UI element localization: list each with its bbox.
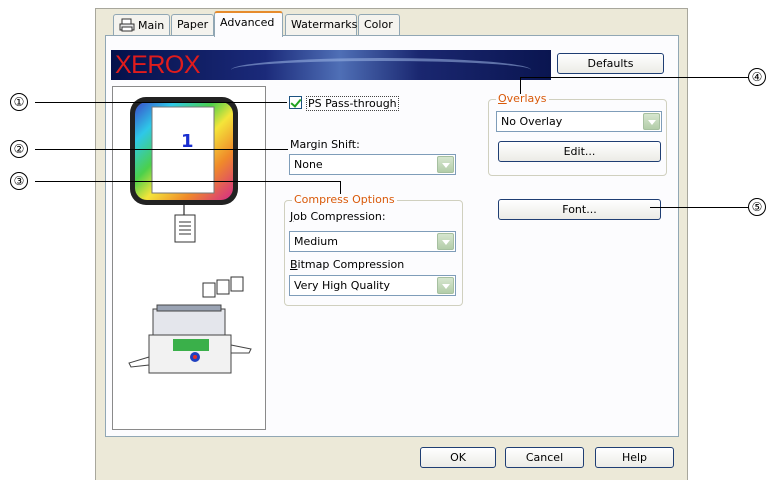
callout-3: ③ (10, 172, 28, 190)
tab-paper[interactable]: Paper (171, 14, 214, 35)
printer-icon (119, 18, 135, 32)
ps-passthrough-checkbox[interactable] (289, 96, 302, 109)
font-button[interactable]: Font... (498, 199, 661, 220)
callout-line-2 (35, 149, 288, 150)
xerox-logo: XEROX (115, 51, 201, 79)
callout-1: ① (10, 93, 28, 111)
chevron-down-icon (437, 156, 454, 173)
edit-overlay-button[interactable]: Edit... (498, 141, 661, 162)
document-icon (174, 214, 196, 243)
callout-line-4-drop (520, 77, 521, 94)
callout-line-1 (35, 102, 287, 103)
ps-passthrough-label: PS Pass-through (306, 96, 399, 111)
callout-line-5 (650, 207, 748, 208)
job-compression-label: Job Compression: (290, 210, 386, 223)
help-button[interactable]: Help (595, 447, 674, 468)
callout-5: ⑤ (748, 198, 766, 216)
tab-watermarks[interactable]: Watermarks (285, 14, 357, 35)
compress-options-title: Compress Options (292, 193, 397, 206)
output-pages-icon (202, 276, 244, 298)
job-compression-dropdown[interactable]: Medium (289, 231, 456, 252)
callout-line-3 (35, 181, 341, 182)
cancel-button[interactable]: Cancel (505, 447, 584, 468)
margin-shift-dropdown[interactable]: None (289, 154, 456, 175)
callout-line-3-drop (340, 181, 341, 194)
callout-line-4 (520, 77, 748, 78)
chevron-down-icon (643, 113, 660, 130)
tab-advanced[interactable]: Advanced (214, 11, 283, 37)
copier-icon (128, 304, 252, 374)
overlays-title: Overlays (496, 92, 549, 105)
defaults-button[interactable]: Defaults (557, 53, 664, 74)
callout-2: ② (10, 140, 28, 158)
tab-color[interactable]: Color (358, 14, 400, 35)
tab-main[interactable]: Main (113, 14, 170, 35)
overlay-dropdown[interactable]: No Overlay (496, 111, 662, 132)
bitmap-compression-dropdown[interactable]: Very High Quality (289, 275, 456, 296)
ok-button[interactable]: OK (420, 447, 496, 468)
brand-banner: XEROX (111, 50, 551, 80)
chevron-down-icon (437, 277, 454, 294)
preview-pane: 1 (112, 86, 266, 430)
margin-shift-label: Margin Shift: (290, 138, 360, 151)
chevron-down-icon (437, 233, 454, 250)
callout-4: ④ (748, 68, 766, 86)
bitmap-compression-label: Bitmap Compression (290, 258, 405, 271)
